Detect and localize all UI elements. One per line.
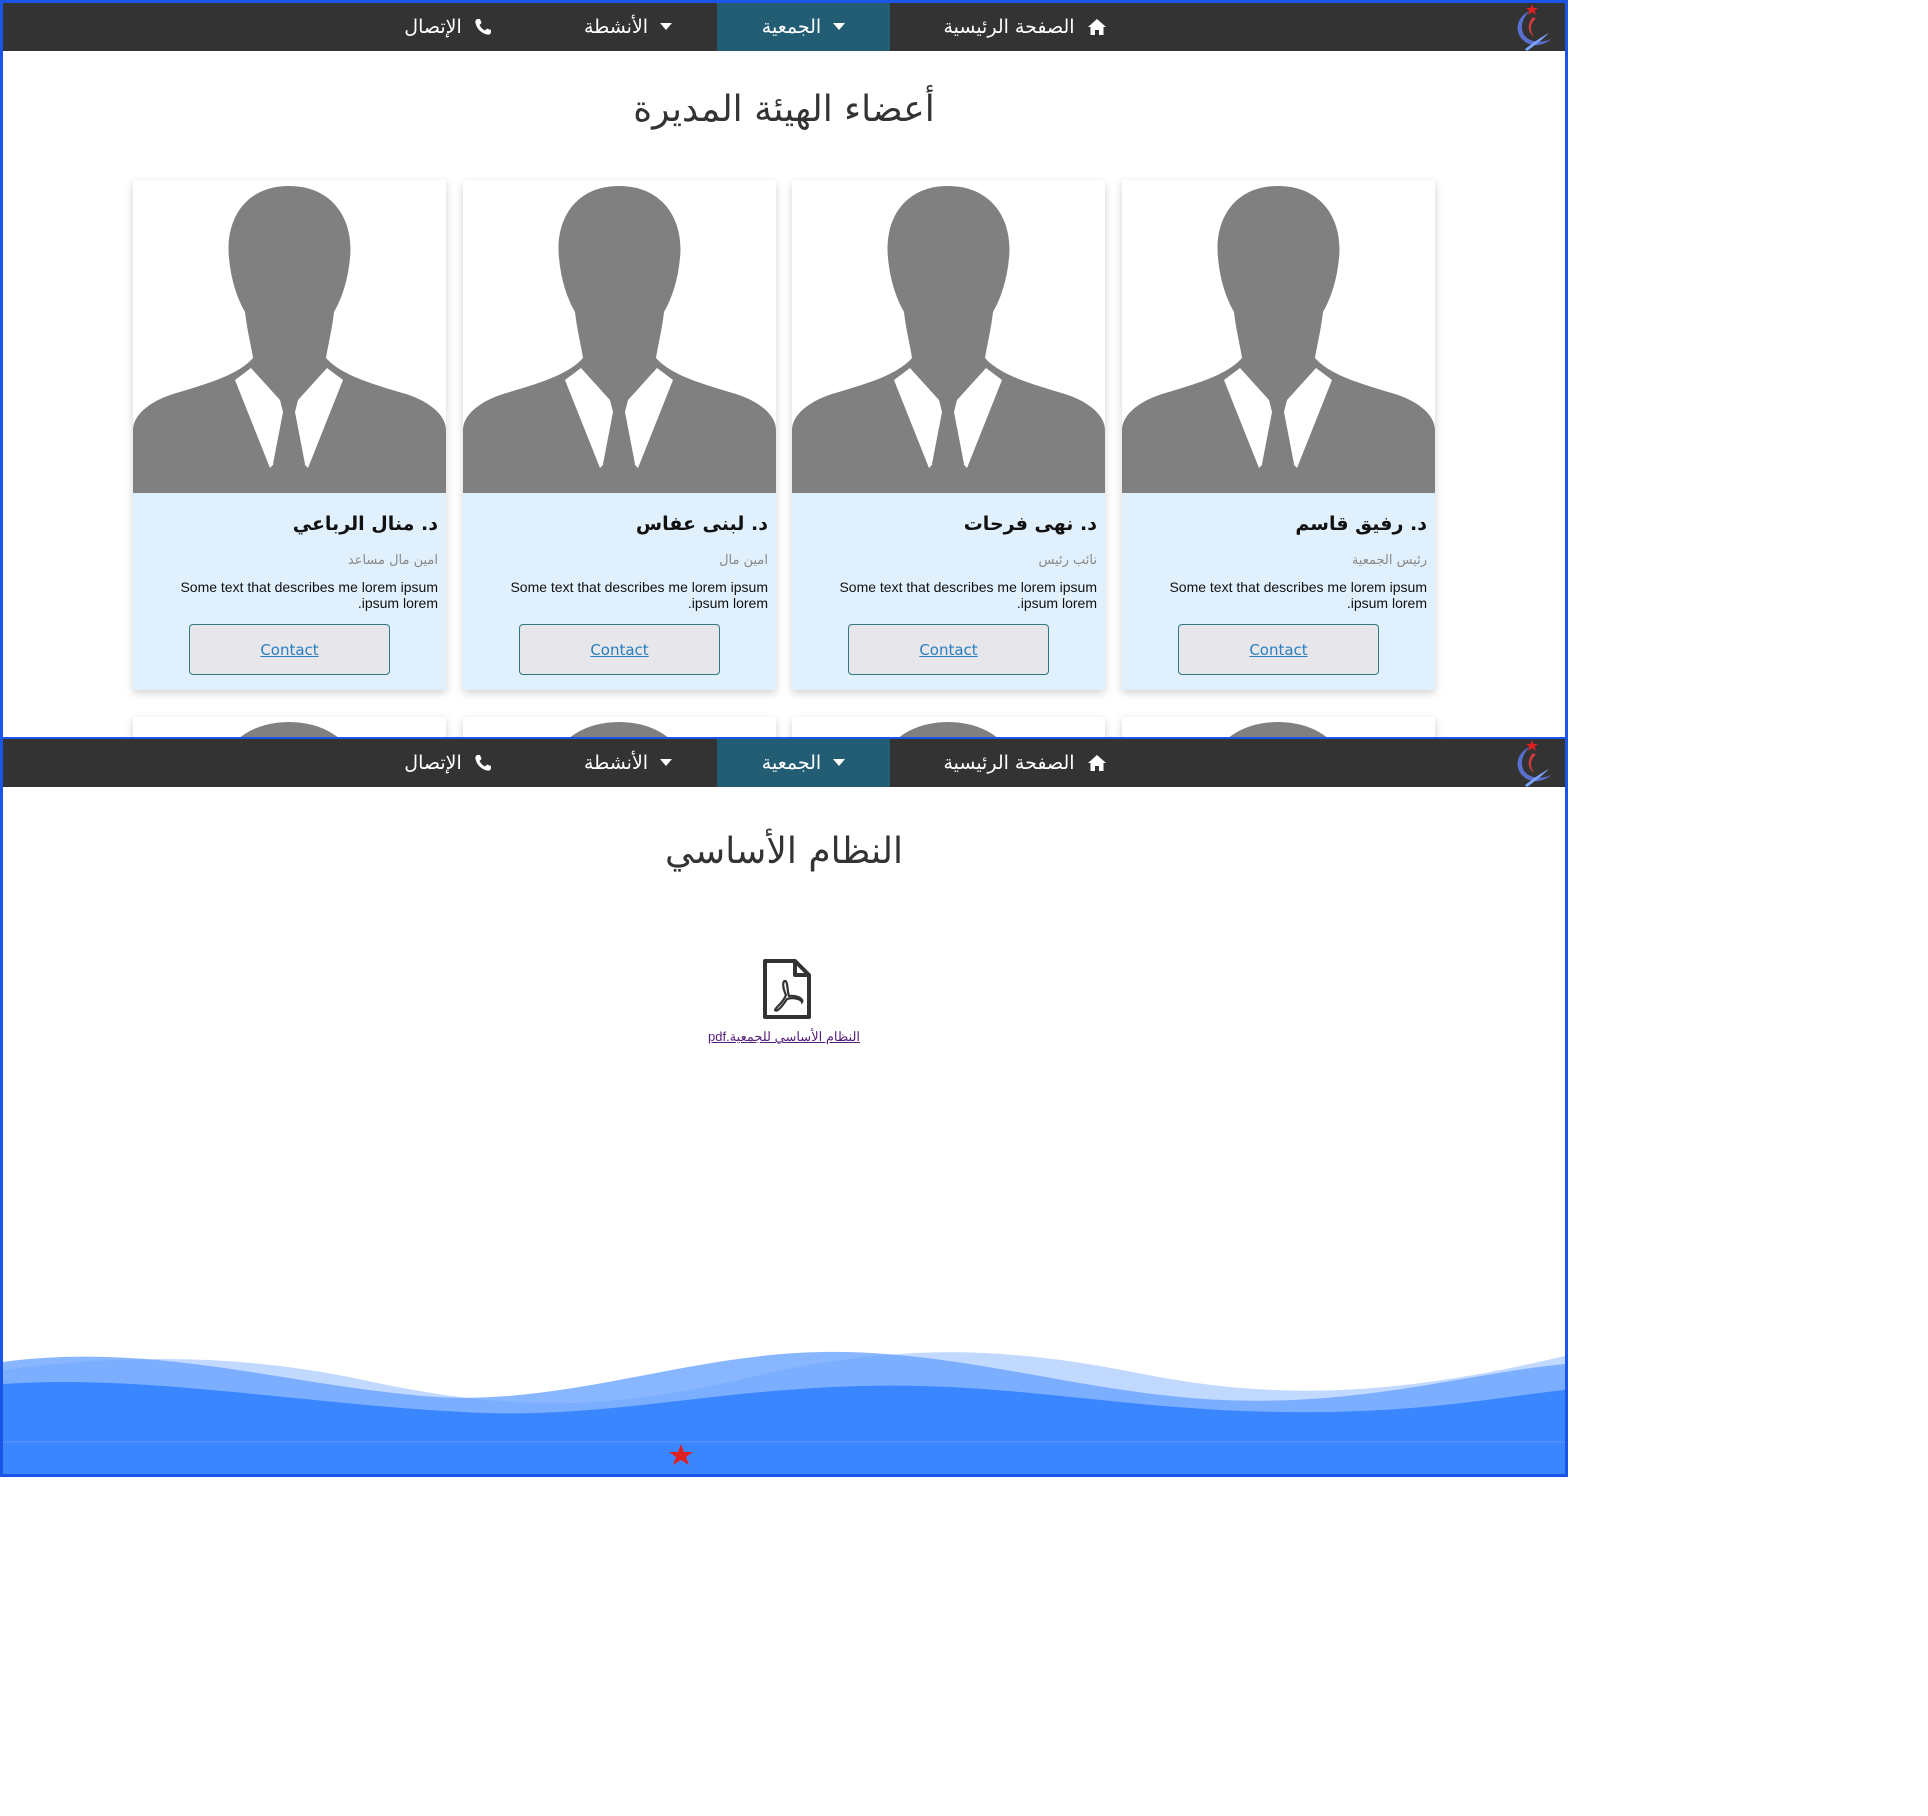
association-logo[interactable] (1505, 3, 1555, 51)
member-name: د. لبنى عفاس (635, 513, 768, 535)
statute-title: النظام الأساسي (665, 831, 903, 872)
caret-down-icon (660, 759, 673, 767)
association-logo[interactable] (1505, 739, 1555, 787)
nav-home-label: الصفحة الرئيسية (943, 752, 1075, 774)
member-description: Some text that describes me lorem ipsum … (510, 579, 768, 611)
member-card: د. رفيق قاسم رئيس الجمعية Some text that… (1122, 180, 1435, 690)
nav-contact-label: الإتصال (404, 752, 462, 774)
nav-home[interactable]: الصفحة الرئيسية (917, 3, 1133, 51)
contact-button-label: Contact (919, 640, 978, 659)
member-info: د. لبنى عفاس امين مال Some text that des… (463, 493, 776, 675)
contact-button[interactable]: Contact (189, 624, 390, 675)
nav-home-label: الصفحة الرئيسية (943, 16, 1075, 38)
home-icon (1087, 754, 1107, 772)
home-icon (1087, 18, 1107, 36)
contact-button[interactable]: Contact (519, 624, 720, 675)
nav-contact[interactable]: الإتصال (381, 739, 515, 787)
nav-activities[interactable]: الأنشطة (558, 739, 698, 787)
nav-activities[interactable]: الأنشطة (558, 3, 698, 51)
member-photo (463, 180, 776, 493)
member-role: امين مال مساعد (347, 553, 438, 568)
member-description: Some text that describes me lorem ipsum … (180, 579, 438, 611)
nav-association-label: الجمعية (761, 752, 822, 774)
top-navbar: الصفحة الرئيسية الجمعية الأنشطة الإتصال (3, 3, 1565, 51)
caret-down-icon (833, 759, 846, 767)
nav-association-label: الجمعية (761, 16, 822, 38)
nav-home[interactable]: الصفحة الرئيسية (917, 739, 1133, 787)
contact-button[interactable]: Contact (1178, 624, 1379, 675)
member-photo (1122, 180, 1435, 493)
contact-button-label: Contact (1249, 640, 1308, 659)
member-name: د. نهى فرحات (963, 513, 1097, 535)
member-role: امين مال (719, 553, 768, 568)
member-photo (792, 180, 1105, 493)
nav-activities-label: الأنشطة (583, 752, 649, 774)
top-navbar: الصفحة الرئيسية الجمعية الأنشطة الإتصال (3, 739, 1565, 787)
member-description: Some text that describes me lorem ipsum … (1169, 579, 1427, 611)
statute-page-view: الصفحة الرئيسية الجمعية الأنشطة الإتصال (0, 737, 1568, 1477)
member-card: د. لبنى عفاس امين مال Some text that des… (463, 180, 776, 690)
member-description: Some text that describes me lorem ipsum … (839, 579, 1097, 611)
member-info: د. منال الرباعي امين مال مساعد Some text… (133, 493, 446, 675)
member-card: د. منال الرباعي امين مال مساعد Some text… (133, 180, 446, 690)
contact-button[interactable]: Contact (848, 624, 1049, 675)
phone-icon (474, 18, 492, 36)
statute-pdf-link[interactable]: النظام الأساسي للجمعية.pdf (3, 1029, 1565, 1045)
pdf-file-icon[interactable] (761, 959, 813, 1019)
footer-waves (3, 1334, 1565, 1474)
member-role: نائب رئيس (1038, 553, 1098, 568)
nav-activities-label: الأنشطة (583, 16, 649, 38)
caret-down-icon (833, 23, 846, 31)
member-card: د. نهى فرحات نائب رئيس Some text that de… (792, 180, 1105, 690)
member-role: رئيس الجمعية (1351, 553, 1427, 568)
contact-button-label: Contact (590, 640, 649, 659)
member-name: د. رفيق قاسم (1295, 513, 1427, 535)
caret-down-icon (660, 23, 673, 31)
nav-association[interactable]: الجمعية (717, 3, 890, 51)
member-name: د. منال الرباعي (292, 513, 438, 535)
nav-contact[interactable]: الإتصال (381, 3, 515, 51)
member-info: د. رفيق قاسم رئيس الجمعية Some text that… (1122, 493, 1435, 675)
phone-icon (474, 754, 492, 772)
contact-button-label: Contact (260, 640, 319, 659)
nav-association[interactable]: الجمعية (717, 739, 890, 787)
member-info: د. نهى فرحات نائب رئيس Some text that de… (792, 493, 1105, 675)
board-title: أعضاء الهيئة المديرة (633, 89, 935, 130)
nav-contact-label: الإتصال (404, 16, 462, 38)
member-photo (133, 180, 446, 493)
board-page-view: الصفحة الرئيسية الجمعية الأنشطة الإتصال (0, 0, 1568, 740)
